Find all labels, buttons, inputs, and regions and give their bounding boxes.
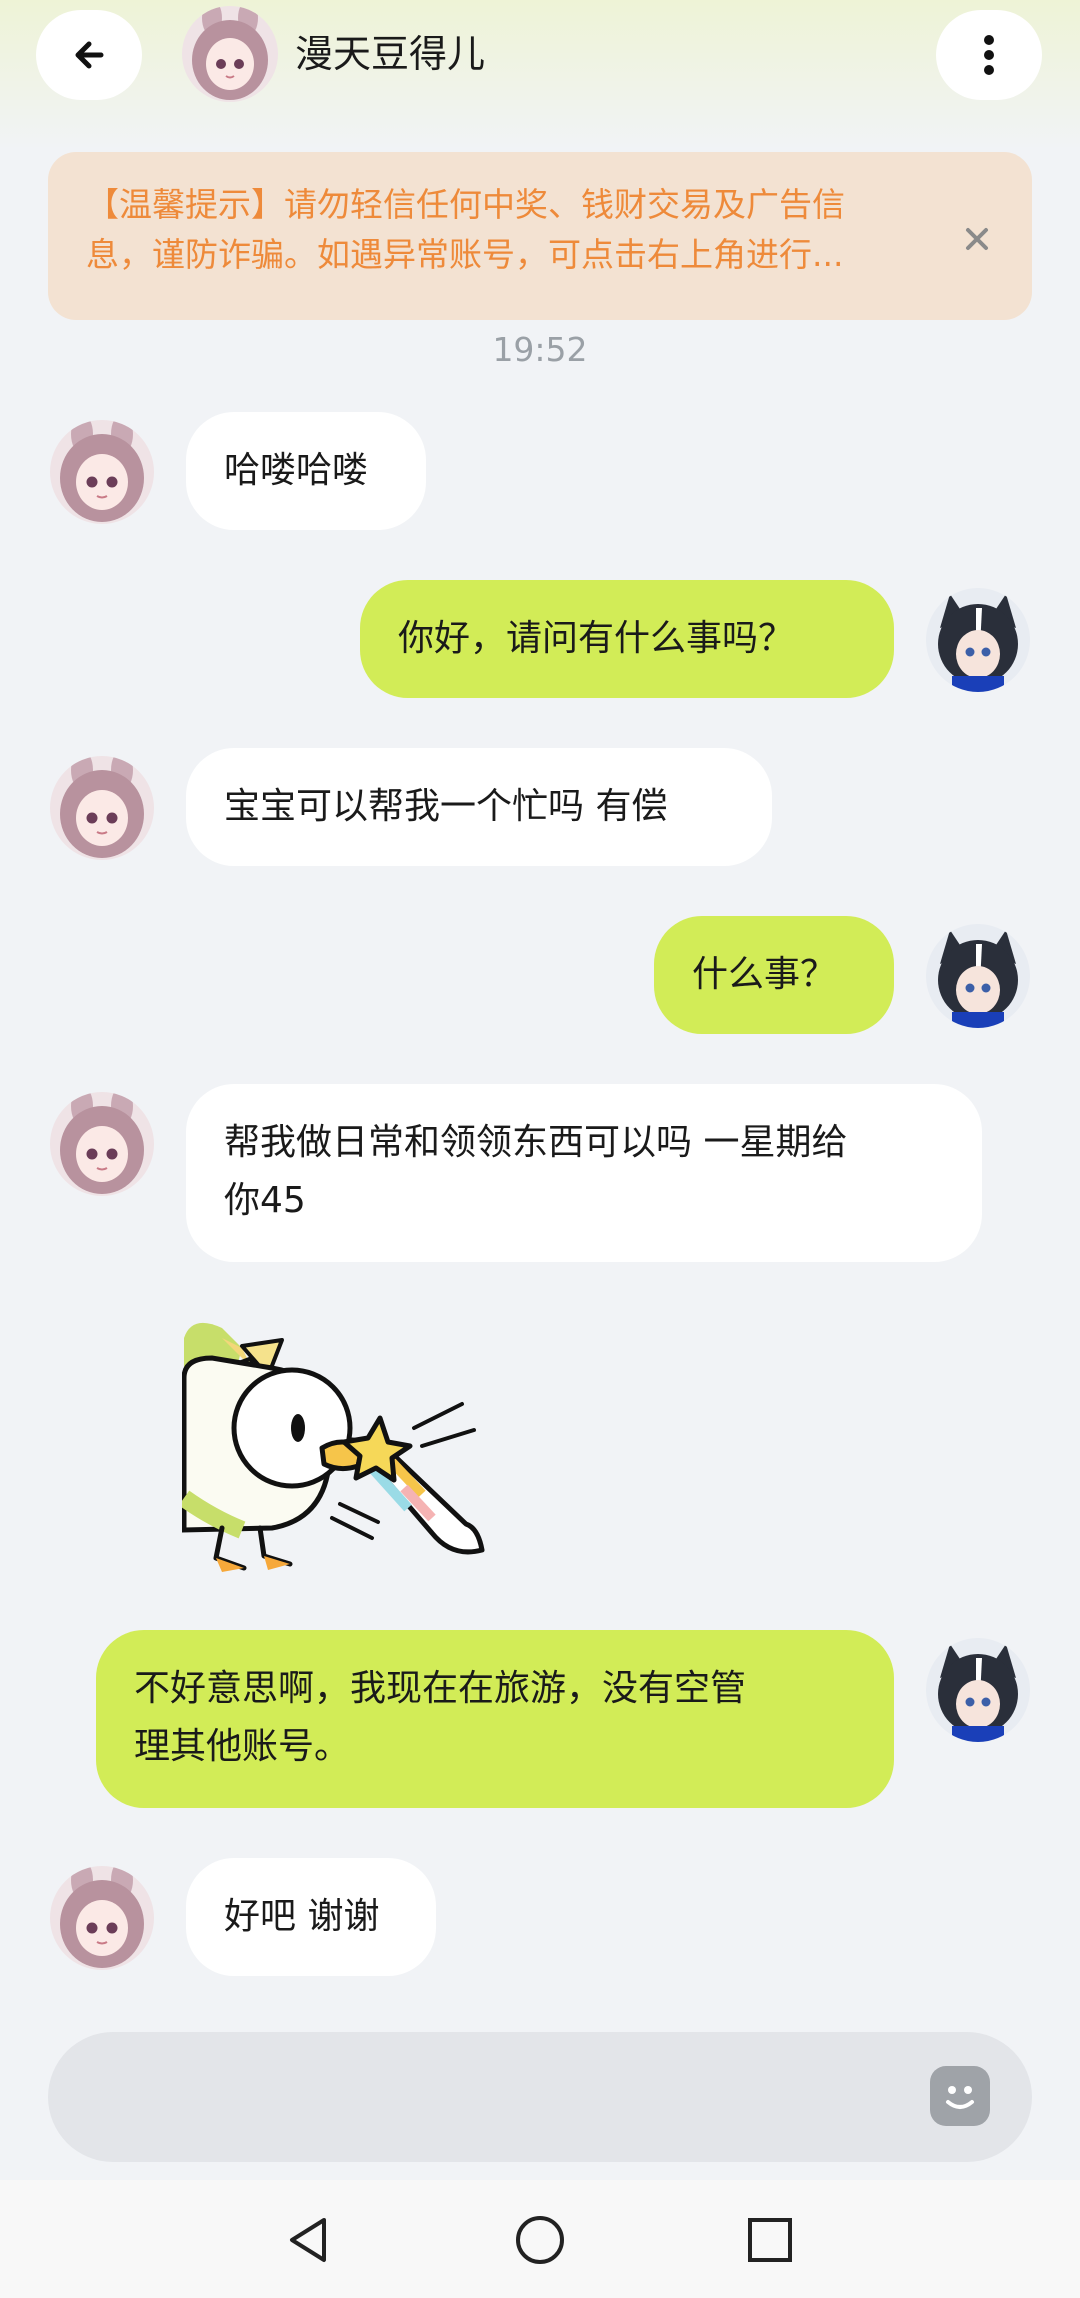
my-avatar[interactable] (926, 1638, 1030, 1742)
message-text-line: 不好意思啊，我现在在旅游，没有空管 (134, 1668, 747, 1709)
duck-party-horn-sticker (178, 1322, 485, 1572)
emoji-icon (946, 2086, 974, 2109)
incoming-message-bubble[interactable]: 好吧 谢谢 (186, 1858, 436, 1976)
incoming-message-bubble[interactable]: 哈喽哈喽 (186, 412, 426, 530)
message-text: 什么事？ (692, 954, 837, 995)
contact-avatar[interactable] (50, 1866, 154, 1970)
message-input[interactable] (48, 2032, 1032, 2162)
nav-home-icon (516, 2216, 564, 2264)
incoming-message-bubble[interactable]: 宝宝可以帮我一个忙吗 有偿 (186, 748, 772, 866)
more-button[interactable] (936, 10, 1042, 100)
nav-recents-button[interactable] (740, 2210, 800, 2270)
notice-close-button[interactable] (954, 216, 1000, 262)
contact-avatar[interactable] (50, 756, 154, 860)
notice-text-line-2: 息，谨防诈骗。如遇异常账号，可点击右上角进行... (86, 235, 844, 274)
my-avatar[interactable] (926, 924, 1030, 1028)
nav-recents-icon (748, 2218, 792, 2262)
outgoing-message-bubble[interactable]: 你好，请问有什么事吗？ (360, 580, 894, 698)
back-button[interactable] (36, 10, 142, 100)
message-text: 你好，请问有什么事吗？ (398, 618, 795, 659)
my-avatar[interactable] (926, 588, 1030, 692)
message-text: 哈喽哈喽 (224, 450, 369, 491)
message-text: 好吧 谢谢 (224, 1896, 380, 1937)
outgoing-message-bubble[interactable]: 不好意思啊，我现在在旅游，没有空管 理其他账号。 (96, 1630, 894, 1808)
nav-back-button[interactable] (278, 2210, 338, 2270)
more-vertical-icon (984, 35, 994, 75)
message-timestamp: 19:52 (492, 330, 588, 369)
message-text-line: 帮我做日常和领领东西可以吗 一星期给 (224, 1122, 848, 1163)
message-text: 宝宝可以帮我一个忙吗 有偿 (224, 786, 668, 827)
arrow-left-icon (75, 41, 104, 69)
sticker-message[interactable] (178, 1318, 492, 1588)
incoming-message-bubble[interactable]: 帮我做日常和领领东西可以吗 一星期给 你45 (186, 1084, 982, 1262)
contact-avatar[interactable] (50, 1092, 154, 1196)
message-text-line: 理其他账号。 (134, 1726, 351, 1767)
emoji-button[interactable] (930, 2066, 990, 2126)
nav-home-button[interactable] (510, 2210, 570, 2270)
safety-notice-banner[interactable]: 【温馨提示】请勿轻信任何中奖、钱财交易及广告信 息，谨防诈骗。如遇异常账号，可点… (48, 152, 1032, 320)
contact-avatar[interactable] (50, 420, 154, 524)
nav-back-icon (290, 2218, 326, 2262)
notice-text-line-1: 【温馨提示】请勿轻信任何中奖、钱财交易及广告信 (86, 185, 845, 224)
close-icon (966, 228, 988, 250)
chat-title: 漫天豆得儿 (295, 32, 486, 76)
header-background (0, 0, 1080, 150)
message-text-line: 你45 (224, 1180, 306, 1221)
contact-avatar[interactable] (182, 6, 278, 102)
outgoing-message-bubble[interactable]: 什么事？ (654, 916, 894, 1034)
